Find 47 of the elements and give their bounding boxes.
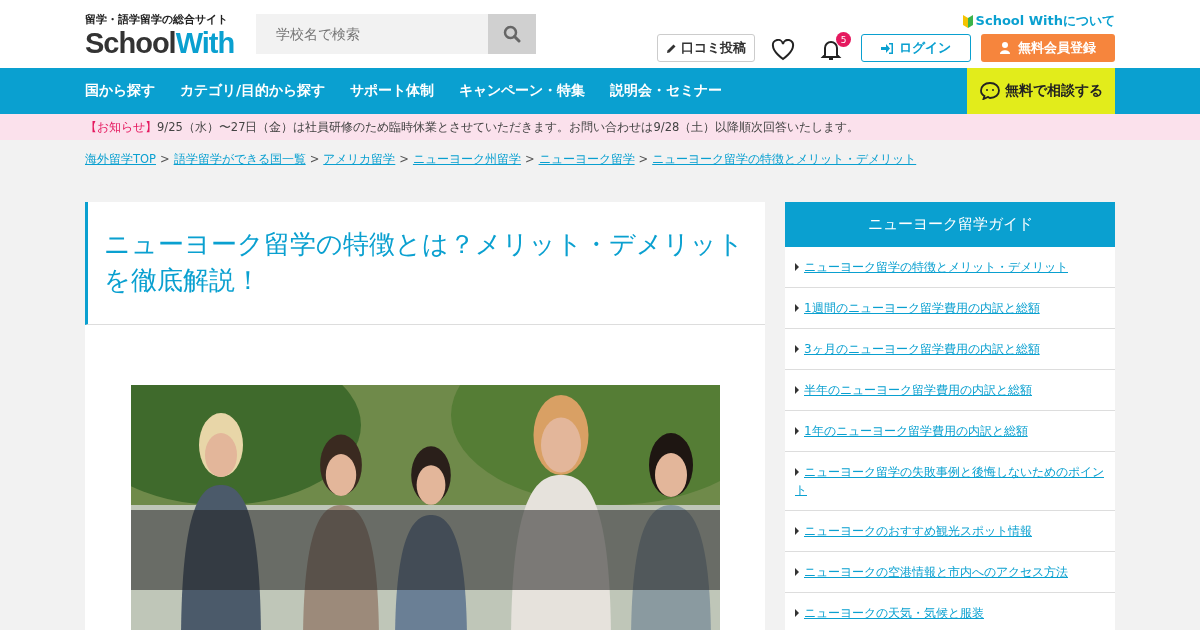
pencil-icon — [666, 42, 677, 54]
sidebar-title: ニューヨーク留学ガイド — [785, 202, 1115, 247]
sidebar-link[interactable]: 1年のニューヨーク留学費用の内訳と総額 — [795, 422, 1105, 440]
sidebar-link[interactable]: 1週間のニューヨーク留学費用の内訳と総額 — [795, 299, 1105, 317]
site-logo[interactable]: SchoolWith — [85, 28, 235, 57]
breadcrumb-separator: > — [524, 152, 535, 168]
consult-button[interactable]: 無料で相談する — [967, 68, 1115, 114]
nav-item[interactable]: サポート体制 — [350, 82, 435, 100]
nav-item[interactable]: カテゴリ/目的から探す — [180, 82, 326, 100]
user-icon — [1000, 42, 1010, 54]
site-tagline: 留学・語学留学の総合サイト — [85, 11, 229, 27]
breadcrumb-link[interactable]: ニューヨーク州留学 — [412, 152, 521, 170]
search-icon — [503, 25, 522, 43]
notification-badge: 5 — [836, 32, 851, 47]
breadcrumb-separator: > — [160, 152, 170, 168]
beginner-mark-icon — [962, 14, 973, 28]
sidebar-link[interactable]: ニューヨークの天気・気候と服装 — [795, 604, 1105, 622]
article-title: ニューヨーク留学の特徴とは？メリット・デメリットを徹底解説！ — [85, 202, 765, 325]
sidebar-link[interactable]: ニューヨーク留学の失敗事例と後悔しないためのポイント — [795, 463, 1105, 499]
notifications-button[interactable]: 5 — [813, 32, 851, 64]
breadcrumb-separator: > — [638, 152, 649, 168]
notice-text: 【お知らせ】9/25（水）〜27日（金）は社員研修のため臨時休業とさせていただきます。お問い合わせは9/28（土）以降順次回答いたします。 — [85, 119, 860, 135]
review-button[interactable]: 口コミ投稿 — [657, 34, 755, 62]
nav-item[interactable]: 国から探す — [85, 82, 155, 100]
breadcrumb-link[interactable]: ニューヨーク留学 — [538, 152, 635, 170]
search-button[interactable] — [488, 14, 537, 54]
heart-icon — [771, 39, 795, 61]
login-icon — [881, 42, 893, 54]
breadcrumb-link[interactable]: アメリカ留学 — [323, 152, 396, 170]
sidebar-link[interactable]: ニューヨークのおすすめ観光スポット情報 — [795, 522, 1105, 540]
breadcrumb-link[interactable]: 海外留学TOP — [85, 152, 156, 170]
nav-item[interactable]: 説明会・セミナー — [610, 82, 723, 100]
breadcrumb-separator: > — [309, 152, 320, 168]
sidebar-link[interactable]: ニューヨークの空港情報と市内へのアクセス方法 — [795, 563, 1105, 581]
bell-icon — [819, 38, 843, 62]
breadcrumb-link[interactable]: 語学留学ができる国一覧 — [173, 152, 306, 170]
sidebar-link[interactable]: 3ヶ月のニューヨーク留学費用の内訳と総額 — [795, 340, 1105, 358]
signup-button[interactable]: 無料会員登録 — [981, 34, 1115, 62]
breadcrumb-link[interactable]: ニューヨーク留学の特徴とメリット・デメリット — [652, 152, 917, 170]
about-link[interactable]: School Withについて — [962, 12, 1115, 30]
nav-item[interactable]: キャンペーン・特集 — [459, 82, 586, 100]
sidebar-link[interactable]: 半年のニューヨーク留学費用の内訳と総額 — [795, 381, 1105, 399]
sidebar-link[interactable]: ニューヨーク留学の特徴とメリット・デメリット — [795, 258, 1105, 276]
login-button[interactable]: ログイン — [861, 34, 971, 62]
search-field[interactable]: 学校名で検索 — [256, 14, 489, 54]
breadcrumb-separator: > — [399, 152, 409, 168]
speech-bubble-icon — [979, 82, 1000, 100]
